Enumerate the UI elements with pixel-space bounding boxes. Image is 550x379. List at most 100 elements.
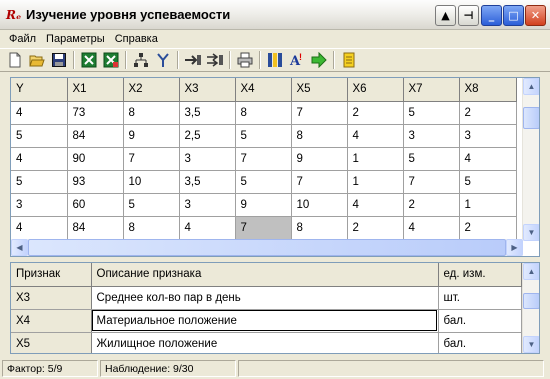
table-cell[interactable]: 8 (291, 124, 348, 148)
new-file-icon[interactable] (4, 49, 26, 71)
go-icon[interactable] (308, 49, 330, 71)
maximize-button[interactable]: □ (503, 5, 524, 26)
table-cell[interactable]: 84 (67, 124, 124, 148)
table-cell[interactable]: 4 (459, 147, 517, 171)
feature-unit[interactable]: бал. (438, 309, 522, 333)
table-cell[interactable]: 93 (67, 170, 124, 194)
fork-icon[interactable] (152, 49, 174, 71)
table-cell[interactable]: 73 (67, 101, 124, 125)
table-cell[interactable]: 8 (291, 216, 348, 240)
table-cell[interactable]: 4 (11, 216, 68, 240)
table-cell[interactable]: 84 (67, 216, 124, 240)
table-cell[interactable]: 2 (459, 216, 517, 240)
table-cell[interactable]: 90 (67, 147, 124, 171)
scroll-up-icon[interactable]: ▲ (523, 263, 539, 280)
table-cell[interactable]: 9 (123, 124, 180, 148)
table-cell[interactable]: 3 (459, 124, 517, 148)
column-header[interactable]: X6 (347, 78, 404, 102)
table-cell[interactable]: 3,5 (179, 170, 236, 194)
table-cell[interactable]: 7 (291, 170, 348, 194)
close-button[interactable]: ✕ (525, 5, 546, 26)
table-cell[interactable]: 4 (11, 101, 68, 125)
table-cell[interactable]: 7 (291, 101, 348, 125)
tree-icon[interactable] (130, 49, 152, 71)
save-icon[interactable] (48, 49, 70, 71)
feature-description[interactable]: Материальное положение (91, 309, 439, 333)
scrollbar-thumb[interactable] (523, 293, 539, 309)
data-grid-horizontal-scrollbar[interactable]: ◀ ▶ (11, 239, 523, 256)
table-cell[interactable]: 5 (459, 170, 517, 194)
table-cell[interactable]: 4 (179, 216, 236, 240)
pin-button[interactable]: ⊣ (458, 5, 479, 26)
columns-icon[interactable] (264, 49, 286, 71)
scroll-left-icon[interactable]: ◀ (11, 239, 28, 256)
table-cell[interactable]: 2 (347, 101, 404, 125)
scrollbar-thumb[interactable] (523, 107, 539, 129)
feature-description[interactable]: Жилищное положение (91, 332, 439, 353)
table-cell[interactable]: 3 (11, 193, 68, 217)
table-cell[interactable]: 5 (11, 124, 68, 148)
column-header[interactable]: X2 (123, 78, 180, 102)
print-icon[interactable] (234, 49, 256, 71)
excel-import-icon[interactable] (78, 49, 100, 71)
table-cell[interactable]: 4 (11, 147, 68, 171)
table-cell[interactable]: 7 (235, 147, 292, 171)
table-cell[interactable]: 2 (403, 193, 460, 217)
table-cell[interactable]: 7 (235, 216, 292, 240)
feature-unit[interactable]: бал. (438, 332, 522, 353)
scroll-down-icon[interactable]: ▼ (523, 224, 539, 241)
table-cell[interactable]: 8 (123, 216, 180, 240)
feature-code[interactable]: X5 (11, 332, 92, 353)
table-cell[interactable]: 5 (11, 170, 68, 194)
feature-code[interactable]: X4 (11, 309, 92, 333)
column-header[interactable]: X8 (459, 78, 517, 102)
minimize-button[interactable]: _ (481, 5, 502, 26)
table-cell[interactable]: 5 (123, 193, 180, 217)
table-cell[interactable]: 8 (235, 101, 292, 125)
column-header[interactable]: X1 (67, 78, 124, 102)
menu-parameters[interactable]: Параметры (41, 33, 110, 45)
horizontal-scrollbar-thumb[interactable] (28, 239, 506, 256)
excel-export-icon[interactable] (100, 49, 122, 71)
scroll-down-icon[interactable]: ▼ (523, 336, 539, 353)
column-header[interactable]: Y (11, 78, 68, 102)
table-cell[interactable]: 5 (403, 147, 460, 171)
notes-icon[interactable] (338, 49, 360, 71)
data-grid-vertical-scrollbar[interactable]: ▲ ▼ (522, 78, 539, 241)
feature-description[interactable]: Среднее кол-во пар в день (91, 286, 439, 310)
table-cell[interactable]: 60 (67, 193, 124, 217)
table-cell[interactable]: 5 (403, 101, 460, 125)
table-cell[interactable]: 2 (459, 101, 517, 125)
table-cell[interactable]: 1 (459, 193, 517, 217)
table-cell[interactable]: 9 (291, 147, 348, 171)
table-cell[interactable]: 1 (347, 147, 404, 171)
table-cell[interactable]: 4 (347, 124, 404, 148)
open-folder-icon[interactable] (26, 49, 48, 71)
table-cell[interactable]: 3 (179, 193, 236, 217)
arrow-right-icon[interactable] (182, 49, 204, 71)
table-cell[interactable]: 10 (291, 193, 348, 217)
menu-file[interactable]: Файл (4, 33, 41, 45)
table-cell[interactable]: 7 (123, 147, 180, 171)
table-cell[interactable]: 4 (403, 216, 460, 240)
table-cell[interactable]: 8 (123, 101, 180, 125)
table-cell[interactable]: 4 (347, 193, 404, 217)
scroll-up-icon[interactable]: ▲ (523, 78, 539, 95)
column-header[interactable]: ед. изм. (438, 263, 522, 287)
table-cell[interactable]: 5 (235, 124, 292, 148)
table-cell[interactable]: 7 (403, 170, 460, 194)
menu-help[interactable]: Справка (110, 33, 163, 45)
table-cell[interactable]: 1 (347, 170, 404, 194)
scroll-right-icon[interactable]: ▶ (506, 239, 523, 256)
table-cell[interactable]: 3 (403, 124, 460, 148)
feature-grid-vertical-scrollbar[interactable]: ▲ ▼ (522, 263, 539, 353)
table-cell[interactable]: 3 (179, 147, 236, 171)
column-header[interactable]: X4 (235, 78, 292, 102)
table-cell[interactable]: 3,5 (179, 101, 236, 125)
table-cell[interactable]: 5 (235, 170, 292, 194)
column-header[interactable]: Описание признака (91, 263, 439, 287)
table-cell[interactable]: 2,5 (179, 124, 236, 148)
feature-unit[interactable]: шт. (438, 286, 522, 310)
column-header[interactable]: X3 (179, 78, 236, 102)
arrow-right-double-icon[interactable] (204, 49, 226, 71)
